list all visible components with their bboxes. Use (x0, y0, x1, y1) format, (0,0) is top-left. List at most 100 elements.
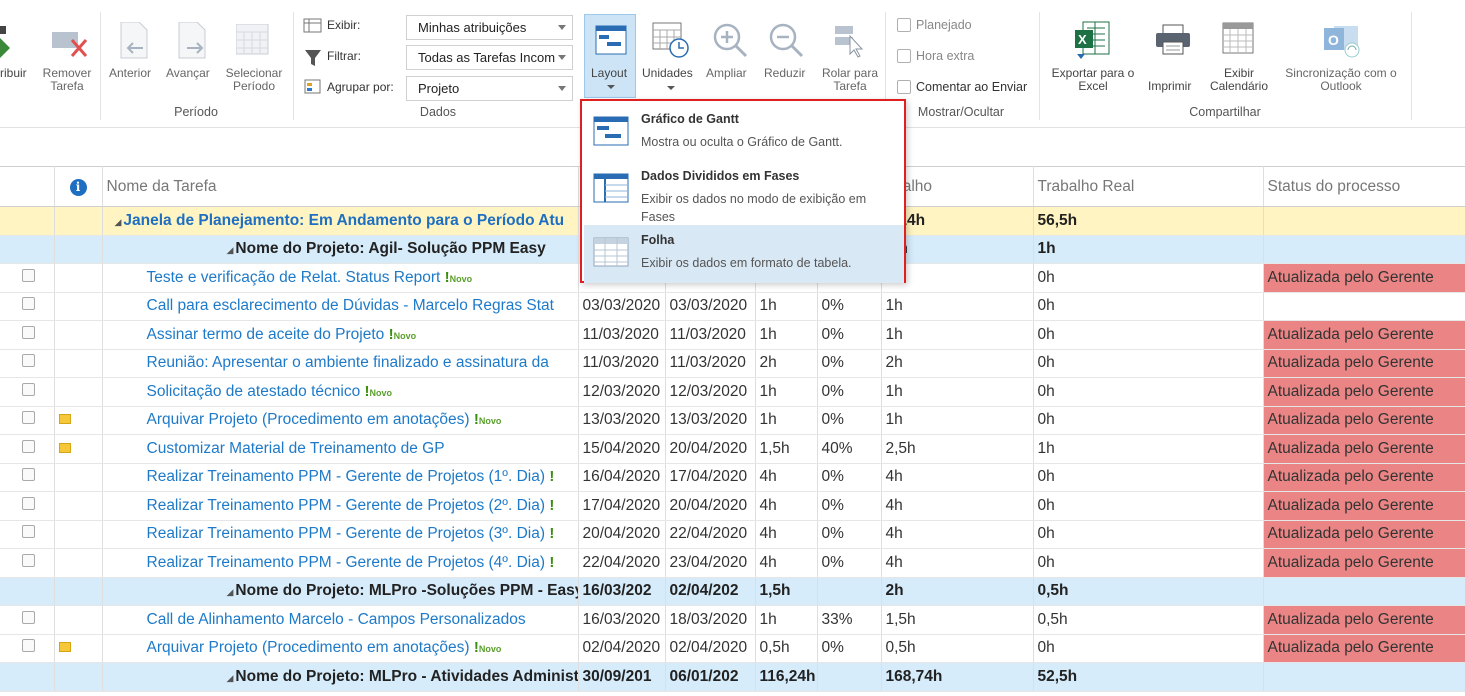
zoom-out-button[interactable]: Reduzir (764, 67, 805, 80)
units-button[interactable]: Unidades (642, 67, 693, 80)
cell-end: 12/03/2020 (665, 377, 756, 407)
cell-rem: 4h (755, 463, 818, 492)
task-row[interactable]: Solicitação de atestado técnico !Novo 12/… (0, 377, 1465, 407)
info-cell (54, 605, 103, 635)
cell-real: 0h (1033, 263, 1264, 293)
row-checkbox[interactable] (22, 297, 35, 311)
cell-work: 2,5h (881, 434, 1034, 464)
cell-pct: 33% (817, 605, 882, 635)
task-link[interactable]: Arquivar Projeto (Procedimento em anotaç… (147, 639, 470, 656)
cell-start: 11/03/2020 (578, 320, 666, 350)
row-checkbox[interactable] (22, 354, 35, 368)
task-row[interactable]: Arquivar Projeto (Procedimento em anotaç… (0, 406, 1465, 435)
excel-icon: X (1073, 20, 1113, 63)
collapse-caret-icon[interactable]: ◢ (115, 217, 122, 227)
task-link[interactable]: Realizar Treinamento PPM - Gerente de Pr… (147, 468, 546, 485)
group-name-cell: ◢ Nome do Projeto: Agil- Solução PPM Easy (102, 235, 579, 264)
row-checkbox[interactable] (22, 382, 35, 396)
status-cell (1263, 292, 1465, 321)
row-checkbox[interactable] (22, 496, 35, 510)
task-link[interactable]: Call para esclarecimento de Dúvidas - Ma… (147, 297, 554, 314)
show-calendar-button[interactable]: Exibir Calendário (1206, 67, 1272, 93)
header-actual-work[interactable]: Trabalho Real (1033, 166, 1264, 207)
task-row[interactable]: Arquivar Projeto (Procedimento em anotaç… (0, 634, 1465, 663)
task-row[interactable]: Realizar Treinamento PPM - Gerente de Pr… (0, 520, 1465, 549)
task-row[interactable]: Realizar Treinamento PPM - Gerente de Pr… (0, 491, 1465, 521)
task-link[interactable]: Assinar termo de aceite do Projeto (147, 326, 385, 343)
chevron-down-icon (558, 86, 566, 91)
scroll-to-task-button[interactable]: Rolar para Tarefa (818, 67, 882, 93)
row-checkbox[interactable] (22, 639, 35, 653)
status-cell (1263, 206, 1465, 236)
task-link[interactable]: Realizar Treinamento PPM - Gerente de Pr… (147, 525, 546, 542)
cell-start: 15/04/2020 (578, 434, 666, 464)
task-row[interactable]: Realizar Treinamento PPM - Gerente de Pr… (0, 548, 1465, 578)
filter-icon (304, 49, 322, 70)
header-status[interactable]: Status do processo (1263, 166, 1465, 207)
select-period-button[interactable]: Selecionar Período (222, 67, 286, 93)
task-link[interactable]: Arquivar Projeto (Procedimento em anotaç… (147, 411, 470, 428)
cell-start: 30/09/201 (578, 662, 666, 692)
remove-task-button[interactable]: Remover Tarefa (40, 67, 94, 93)
zoom-in-button[interactable]: Ampliar (706, 67, 747, 80)
info-cell (54, 206, 103, 236)
header-task-name[interactable]: Nome da Tarefa (102, 166, 579, 207)
note-icon[interactable] (58, 414, 71, 425)
task-row[interactable]: Call para esclarecimento de Dúvidas - Ma… (0, 292, 1465, 321)
outlook-sync-button[interactable]: Sincronização com o Outlook (1278, 67, 1404, 93)
agrupar-dropdown[interactable]: Projeto (406, 76, 573, 101)
project-group-row[interactable]: ◢ Nome do Projeto: MLPro -Soluções PPM - … (0, 577, 1465, 606)
row-checkbox[interactable] (22, 411, 35, 425)
assign-button[interactable]: ribuir (0, 67, 27, 80)
task-row[interactable]: Customizar Material de Treinamento de GP… (0, 434, 1465, 464)
task-link[interactable]: Solicitação de atestado técnico (147, 383, 361, 400)
task-link[interactable]: Teste e verificação de Relat. Status Rep… (147, 269, 441, 286)
task-link[interactable]: Realizar Treinamento PPM - Gerente de Pr… (147, 554, 546, 571)
row-checkbox[interactable] (22, 439, 35, 453)
row-checkbox[interactable] (22, 468, 35, 482)
cell-real: 0h (1033, 491, 1264, 521)
cell-work: 1,5h (881, 605, 1034, 635)
row-checkbox[interactable] (22, 553, 35, 567)
row-checkbox[interactable] (22, 610, 35, 624)
filtrar-dropdown[interactable]: Todas as Tarefas Incom (406, 45, 573, 70)
row-checkbox[interactable] (22, 525, 35, 539)
task-row[interactable]: Assinar termo de aceite do Projeto !Novo… (0, 320, 1465, 350)
task-row[interactable]: Reunião: Apresentar o ambiente finalizad… (0, 349, 1465, 378)
cell-work: 0,5h (881, 634, 1034, 663)
task-link[interactable]: Call de Alinhamento Marcelo - Campos Per… (147, 611, 526, 628)
cell-real: 0h (1033, 634, 1264, 663)
next-button[interactable]: Avançar (166, 67, 210, 80)
status-cell: Atualizada pelo Gerente (1263, 491, 1465, 521)
task-row[interactable]: Realizar Treinamento PPM - Gerente de Pr… (0, 463, 1465, 492)
print-button[interactable]: Imprimir (1148, 80, 1191, 93)
row-checkbox[interactable] (22, 325, 35, 339)
cell-start: 16/03/2020 (578, 605, 666, 635)
task-link[interactable]: Realizar Treinamento PPM - Gerente de Pr… (147, 497, 546, 514)
note-icon[interactable] (58, 642, 71, 653)
collapse-caret-icon[interactable]: ◢ (227, 245, 234, 255)
project-group-row[interactable]: ◢ Nome do Projeto: MLPro - Atividades Adm… (0, 662, 1465, 692)
hora-extra-checkbox[interactable] (897, 49, 911, 63)
collapse-caret-icon[interactable]: ◢ (227, 587, 234, 597)
menu-item-gantt[interactable]: Gráfico de Gantt Mostra ou oculta o Gráf… (584, 104, 904, 162)
comentar-checkbox[interactable] (897, 80, 911, 94)
note-icon[interactable] (58, 442, 71, 453)
info-cell (54, 577, 103, 606)
task-name-cell: Realizar Treinamento PPM - Gerente de Pr… (102, 520, 579, 549)
exibir-dropdown[interactable]: Minhas atribuições (406, 15, 573, 40)
task-name-cell: Realizar Treinamento PPM - Gerente de Pr… (102, 548, 579, 578)
task-link[interactable]: Customizar Material de Treinamento de GP (147, 440, 445, 457)
menu-item-folha[interactable]: Folha Exibir os dados em formato de tabe… (584, 225, 904, 283)
task-link[interactable]: Reunião: Apresentar o ambiente finalizad… (147, 354, 549, 371)
cell-rem: 1h (755, 292, 818, 321)
layout-button[interactable]: Layout (584, 14, 636, 98)
export-excel-button[interactable]: Exportar para o Excel (1046, 67, 1140, 93)
previous-button[interactable]: Anterior (109, 67, 151, 80)
planejado-checkbox[interactable] (897, 18, 911, 32)
info-cell (54, 320, 103, 350)
collapse-caret-icon[interactable]: ◢ (227, 673, 234, 683)
task-row[interactable]: Call de Alinhamento Marcelo - Campos Per… (0, 605, 1465, 635)
row-checkbox[interactable] (22, 268, 35, 282)
menu-item-phases[interactable]: Dados Divididos em Fases Exibir os dados… (584, 161, 904, 225)
